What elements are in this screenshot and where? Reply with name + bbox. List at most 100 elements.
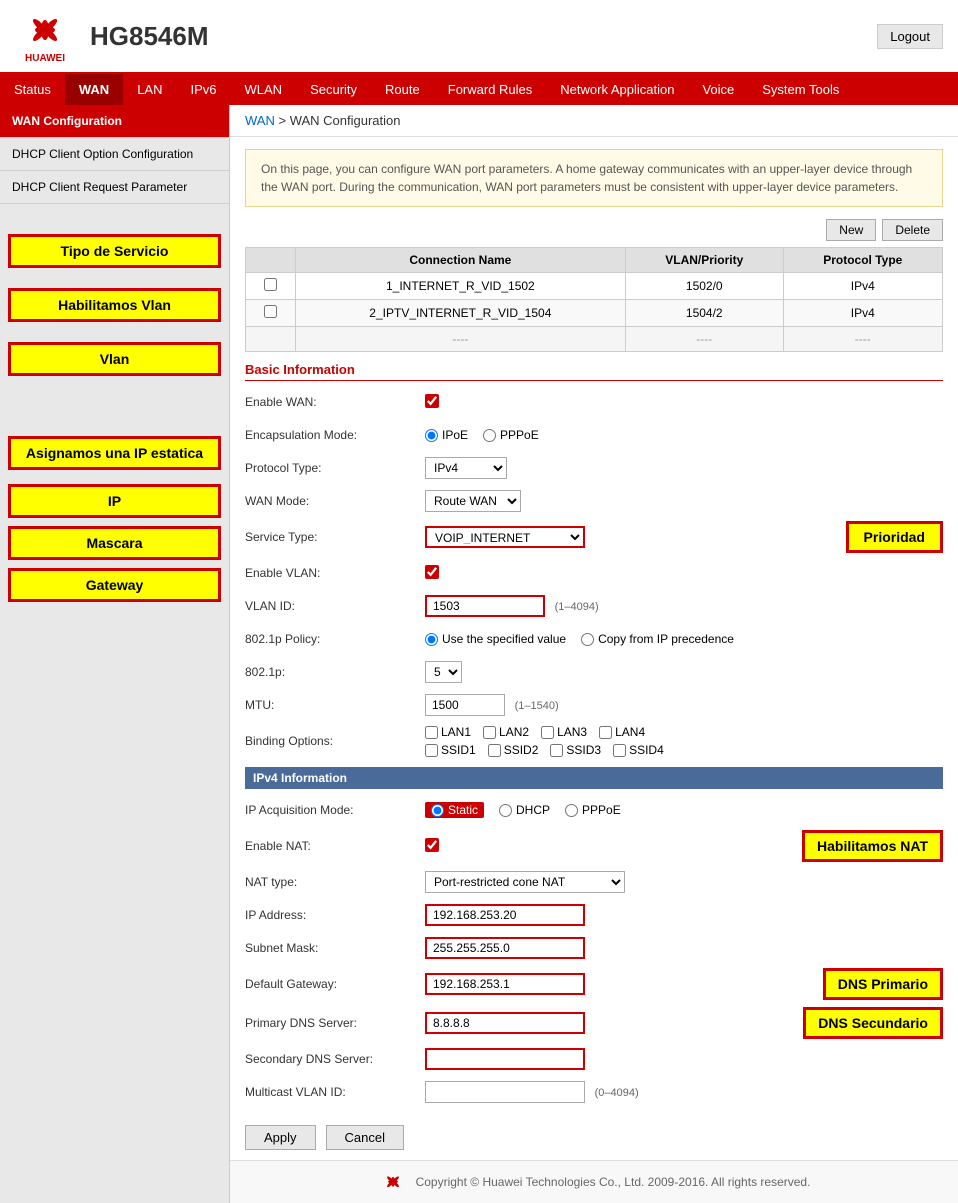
binding-ssid3[interactable]: SSID3 [550,743,601,757]
nav-item-route[interactable]: Route [371,74,434,105]
protocol-type-row: Protocol Type: IPv4 IPv6 IPv4/IPv6 [245,455,943,481]
protocol-type-select[interactable]: IPv4 IPv6 IPv4/IPv6 [425,457,507,479]
ip-address-row: IP Address: [245,902,943,928]
enable-nat-row: Enable NAT: Habilitamos NAT [245,830,943,862]
binding-ssid4[interactable]: SSID4 [613,743,664,757]
brand-label: HUAWEI [25,53,65,64]
connection-table: Connection Name VLAN/Priority Protocol T… [245,247,943,352]
delete-button[interactable]: Delete [882,219,943,241]
binding-ssid2[interactable]: SSID2 [488,743,539,757]
row1-name: 1_INTERNET_R_VID_1502 [295,273,625,300]
secondary-dns-input[interactable] [425,1048,585,1070]
row2-name: 2_IPTV_INTERNET_R_VID_1504 [295,300,625,327]
sidebar-item-wan-config[interactable]: WAN Configuration [0,105,229,138]
device-name: HG8546M [90,21,209,52]
primary-dns-row: Primary DNS Server: DNS Secundario [245,1007,943,1039]
binding-lan3[interactable]: LAN3 [541,725,587,739]
binding-options-row: Binding Options: LAN1 LAN2 LAN3 LAN4 SSI… [245,725,943,757]
policy-8021p-row: 802.1p Policy: Use the specified value C… [245,626,943,652]
mtu-label: MTU: [245,698,425,712]
page-layout: WAN Configuration DHCP Client Option Con… [0,105,958,1203]
default-gw-input[interactable] [425,973,585,995]
protocol-type-control: IPv4 IPv6 IPv4/IPv6 [425,457,943,479]
nav-item-voice[interactable]: Voice [688,74,748,105]
binding-lan4[interactable]: LAN4 [599,725,645,739]
apply-button[interactable]: Apply [245,1125,316,1150]
enable-nat-label: Enable NAT: [245,839,425,853]
value-8021p-control: 5 012 3467 [425,661,943,683]
policy-ip-prec-option[interactable]: Copy from IP precedence [581,632,734,646]
nav-item-forward-rules[interactable]: Forward Rules [434,74,547,105]
vlan-id-label: VLAN ID: [245,599,425,613]
cancel-button[interactable]: Cancel [326,1125,404,1150]
footer-text: Copyright © Huawei Technologies Co., Ltd… [416,1175,811,1189]
row3-name: ---- [295,327,625,352]
mtu-control: (1–1540) [425,694,943,716]
wan-mode-row: WAN Mode: Route WAN Bridge WAN [245,488,943,514]
enable-nat-checkbox[interactable] [425,838,439,852]
primary-dns-control [425,1012,723,1034]
new-button[interactable]: New [826,219,876,241]
nav-item-ipv6[interactable]: IPv6 [177,74,231,105]
wan-mode-select[interactable]: Route WAN Bridge WAN [425,490,521,512]
main-content: WAN > WAN Configuration On this page, yo… [230,105,958,1203]
ip-acq-pppoe[interactable]: PPPoE [565,803,621,817]
row1-checkbox[interactable] [264,278,277,291]
value-8021p-select[interactable]: 5 012 3467 [425,661,462,683]
table-row: 1_INTERNET_R_VID_1502 1502/0 IPv4 [246,273,943,300]
breadcrumb: WAN > WAN Configuration [230,105,958,137]
policy-specified-option[interactable]: Use the specified value [425,632,566,646]
nav-item-status[interactable]: Status [0,74,65,105]
nav-item-network-app[interactable]: Network Application [546,74,688,105]
ip-acq-static[interactable]: Static [425,802,484,818]
annotation-dns-primario: DNS Primario [823,968,943,1000]
secondary-dns-control [425,1048,943,1070]
subnet-mask-input[interactable] [425,937,585,959]
sidebar-item-dhcp-request[interactable]: DHCP Client Request Parameter [0,171,229,204]
breadcrumb-parent[interactable]: WAN [245,113,275,128]
table-row: 2_IPTV_INTERNET_R_VID_1504 1504/2 IPv4 [246,300,943,327]
binding-ssid1[interactable]: SSID1 [425,743,476,757]
nat-type-label: NAT type: [245,875,425,889]
primary-dns-input[interactable] [425,1012,585,1034]
policy-8021p-label: 802.1p Policy: [245,632,425,646]
sidebar-item-dhcp-option[interactable]: DHCP Client Option Configuration [0,138,229,171]
multicast-vlan-input[interactable] [425,1081,585,1103]
default-gw-control [425,973,683,995]
annotation-asignamos-ip: Asignamos una IP estatica [8,436,221,470]
nav-item-wan[interactable]: WAN [65,74,123,105]
vlan-id-row: VLAN ID: (1–4094) [245,593,943,619]
encap-pppoe-option[interactable]: PPPoE [483,428,539,442]
ip-address-label: IP Address: [245,908,425,922]
secondary-dns-row: Secondary DNS Server: [245,1046,943,1072]
col-vlan: VLAN/Priority [625,248,783,273]
row3-protocol: ---- [783,327,942,352]
ip-address-input[interactable] [425,904,585,926]
row2-checkbox[interactable] [264,305,277,318]
enable-wan-checkbox[interactable] [425,394,439,408]
annotation-ip: IP [8,484,221,518]
nav-item-lan[interactable]: LAN [123,74,176,105]
nav-item-security[interactable]: Security [296,74,371,105]
enable-nat-control [425,838,602,855]
nav-item-wlan[interactable]: WLAN [231,74,297,105]
enable-vlan-checkbox[interactable] [425,565,439,579]
nav-item-system-tools[interactable]: System Tools [748,74,853,105]
encap-ipoe-option[interactable]: IPoE [425,428,468,442]
service-type-select[interactable]: VOIP_INTERNET INTERNET VOIP TR069 [425,526,585,548]
binding-lan1[interactable]: LAN1 [425,725,471,739]
breadcrumb-current: WAN Configuration [290,113,401,128]
default-gw-row: Default Gateway: DNS Primario [245,968,943,1000]
binding-lan2[interactable]: LAN2 [483,725,529,739]
ip-address-control [425,904,943,926]
subnet-mask-row: Subnet Mask: [245,935,943,961]
nat-type-select[interactable]: Port-restricted cone NAT Full cone NAT R… [425,871,625,893]
action-buttons: Apply Cancel [230,1115,958,1160]
secondary-dns-label: Secondary DNS Server: [245,1052,425,1066]
enable-vlan-control [425,565,943,582]
row1-vlan: 1502/0 [625,273,783,300]
mtu-input[interactable] [425,694,505,716]
ip-acq-dhcp[interactable]: DHCP [499,803,550,817]
vlan-id-input[interactable] [425,595,545,617]
logout-button[interactable]: Logout [877,24,943,49]
